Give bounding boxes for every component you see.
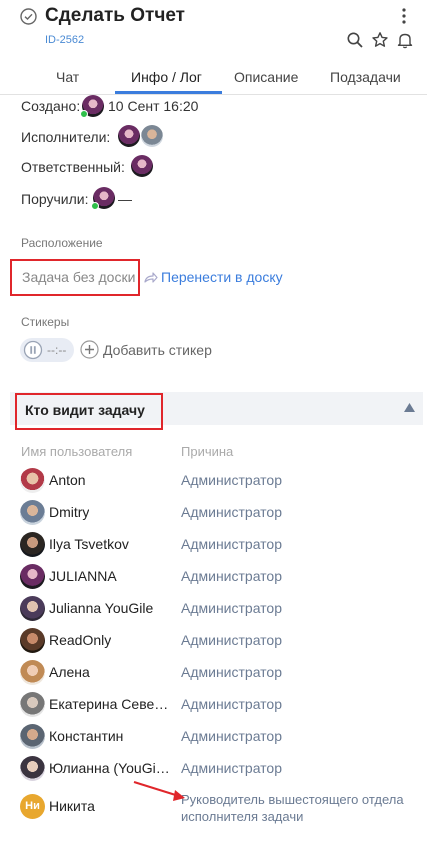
stickers-label: Стикеры (21, 315, 70, 329)
user-name: JULIANNA (49, 568, 117, 584)
avatar[interactable] (131, 155, 153, 177)
tab-description[interactable]: Описание (234, 69, 298, 85)
user-reason: Администратор (181, 504, 283, 520)
tab-bar: Чат Инфо / Лог Описание Подзадачи (0, 60, 427, 95)
created-label: Создано: (21, 98, 81, 114)
location-label: Расположение (21, 236, 103, 250)
user-reason: Администратор (181, 536, 283, 552)
user-avatar[interactable] (20, 564, 45, 589)
user-reason: Администратор (181, 600, 283, 616)
pause-icon[interactable] (23, 340, 43, 360)
collapse-up-icon[interactable] (403, 402, 416, 413)
move-to-board-icon[interactable] (142, 270, 158, 286)
online-indicator (91, 202, 99, 210)
task-title[interactable]: Сделать Отчет (45, 5, 185, 27)
user-reason: Администратор (181, 696, 283, 712)
user-reason: Администратор (181, 664, 283, 680)
move-to-board-link[interactable]: Перенести в доску (161, 269, 283, 285)
task-id[interactable]: ID-2562 (45, 34, 84, 46)
column-header-reason: Причина (181, 444, 234, 459)
timer-value: --:-- (47, 343, 67, 357)
user-reason: Администратор (181, 472, 283, 488)
tab-chat[interactable]: Чат (56, 69, 79, 85)
active-tab-indicator (115, 91, 222, 94)
plus-icon[interactable] (80, 340, 99, 359)
user-avatar[interactable] (20, 756, 45, 781)
user-avatar[interactable] (20, 724, 45, 749)
user-avatar[interactable] (20, 692, 45, 717)
created-date: 10 Сент 16:20 (108, 98, 199, 114)
user-name: Dmitry (49, 504, 90, 520)
user-avatar[interactable] (20, 500, 45, 525)
user-avatar[interactable] (20, 596, 45, 621)
assigned-by-value: — (118, 191, 132, 207)
user-reason-line1: Руководитель вышестоящего отдела (181, 792, 404, 807)
tab-subtasks[interactable]: Подзадачи (330, 69, 401, 85)
user-reason: Администратор (181, 760, 283, 776)
user-name: Константин (49, 728, 124, 744)
user-avatar[interactable] (20, 660, 45, 685)
user-name: Anton (49, 472, 86, 488)
task-header: Сделать Отчет ID-2562 Чат Инфо / Лог Опи… (0, 0, 427, 96)
no-board-text: Задача без доски (22, 269, 136, 285)
tab-info-log[interactable]: Инфо / Лог (131, 69, 202, 85)
star-icon[interactable] (371, 31, 389, 49)
user-avatar[interactable] (20, 532, 45, 557)
user-initials-avatar[interactable]: Ни (20, 794, 45, 819)
user-avatar[interactable] (20, 628, 45, 653)
user-name: Julianna YouGile (49, 600, 154, 616)
user-name: Никита (49, 798, 95, 814)
add-sticker-button[interactable]: Добавить стикер (103, 342, 212, 358)
user-name: ReadOnly (49, 632, 112, 648)
visibility-title: Кто видит задачу (25, 402, 145, 418)
user-name: Юлианна (YouGile) (49, 760, 171, 776)
search-icon[interactable] (346, 31, 364, 49)
user-avatar[interactable] (20, 468, 45, 493)
user-name: Алена (49, 664, 90, 680)
user-reason-line2: исполнителя задачи (181, 809, 304, 824)
user-name: Ilya Tsvetkov (49, 536, 129, 552)
avatar[interactable] (141, 125, 163, 147)
assignees-label: Исполнители: (21, 129, 111, 145)
bell-icon[interactable] (396, 31, 414, 49)
user-name: Екатерина Северова (49, 696, 171, 712)
user-reason: Администратор (181, 632, 283, 648)
annotation-arrow (133, 781, 185, 801)
check-circle-icon[interactable] (20, 8, 37, 25)
user-reason: Администратор (181, 728, 283, 744)
online-indicator (80, 110, 88, 118)
responsible-label: Ответственный: (21, 159, 125, 175)
user-reason: Администратор (181, 568, 283, 584)
more-vertical-icon[interactable] (397, 7, 411, 25)
assigned-by-label: Поручили: (21, 191, 89, 207)
column-header-user: Имя пользователя (21, 444, 133, 459)
avatar[interactable] (118, 125, 140, 147)
